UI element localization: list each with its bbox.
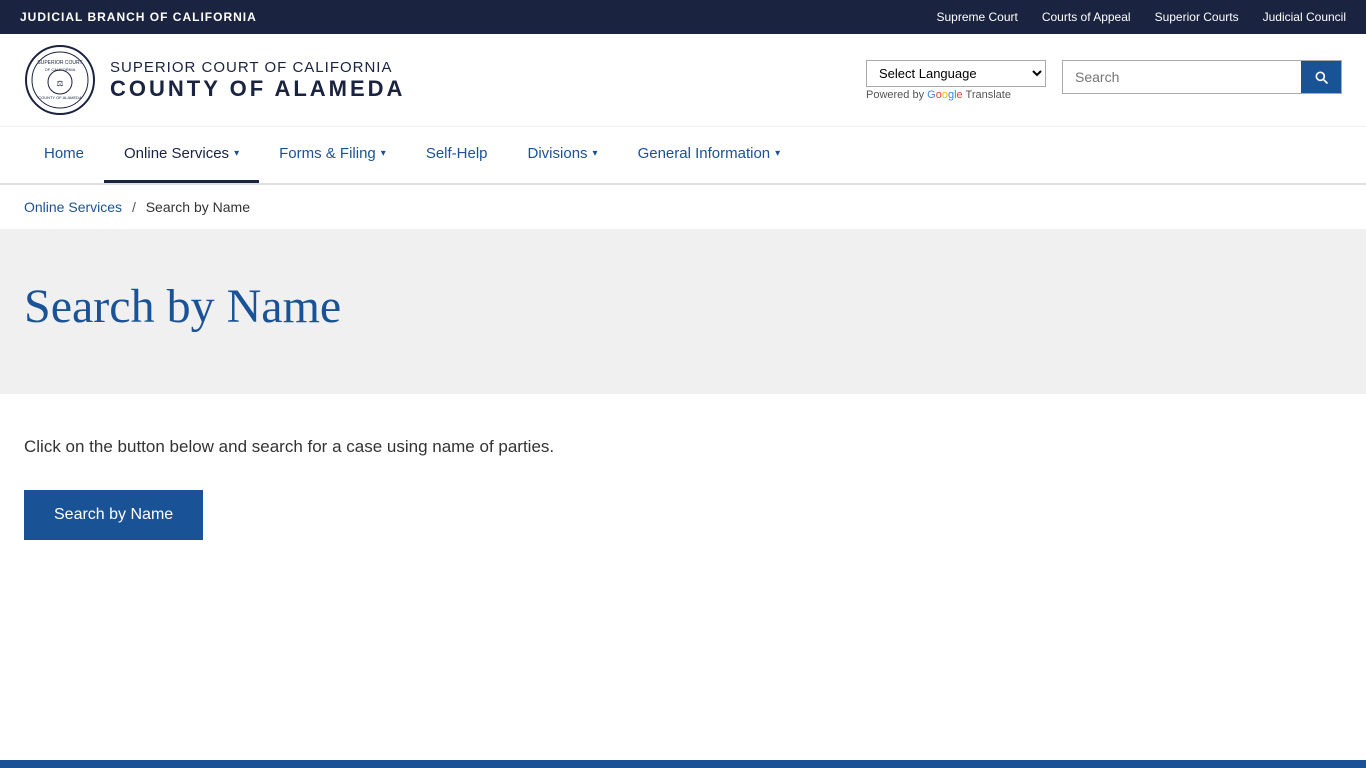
search-button[interactable] xyxy=(1301,61,1341,93)
superior-courts-link[interactable]: Superior Courts xyxy=(1155,10,1239,24)
supreme-court-link[interactable]: Supreme Court xyxy=(936,10,1017,24)
bottom-bar xyxy=(0,760,1366,768)
nav-item-divisions[interactable]: Divisions ▾ xyxy=(508,127,618,183)
main-nav: Home Online Services ▾ Forms & Filing ▾ … xyxy=(0,127,1366,185)
court-name-top: SUPERIOR COURT OF CALIFORNIA xyxy=(110,59,405,76)
svg-text:⚖: ⚖ xyxy=(56,79,63,88)
content-section: Click on the button below and search for… xyxy=(0,394,1366,600)
header-right: Select Language Powered by Google Transl… xyxy=(866,60,1342,101)
top-bar-links: Supreme Court Courts of Appeal Superior … xyxy=(936,10,1346,24)
nav-item-online-services[interactable]: Online Services ▾ xyxy=(104,127,259,183)
hero-section: Search by Name xyxy=(0,229,1366,394)
powered-by-label: Powered by xyxy=(866,89,927,101)
chevron-down-icon: ▾ xyxy=(593,148,598,159)
top-bar-title: JUDICIAL BRANCH OF CALIFORNIA xyxy=(20,10,257,24)
judicial-council-link[interactable]: Judicial Council xyxy=(1263,10,1346,24)
breadcrumb-separator: / xyxy=(132,199,136,215)
breadcrumb-online-services[interactable]: Online Services xyxy=(24,199,122,215)
breadcrumb-current: Search by Name xyxy=(146,199,250,215)
court-name-bottom: COUNTY OF ALAMEDA xyxy=(110,76,405,102)
chevron-down-icon: ▾ xyxy=(234,148,239,159)
chevron-down-icon: ▾ xyxy=(381,148,386,159)
svg-text:COUNTY OF ALAMEDA: COUNTY OF ALAMEDA xyxy=(38,95,82,100)
header: SUPERIOR COURT OF CALIFORNIA COUNTY OF A… xyxy=(0,34,1366,127)
translate-label: Translate xyxy=(966,89,1011,101)
nav-item-self-help[interactable]: Self-Help xyxy=(406,127,508,183)
courts-of-appeal-link[interactable]: Courts of Appeal xyxy=(1042,10,1131,24)
site-search-box xyxy=(1062,60,1342,94)
nav-item-forms-filing[interactable]: Forms & Filing ▾ xyxy=(259,127,406,183)
top-bar: JUDICIAL BRANCH OF CALIFORNIA Supreme Co… xyxy=(0,0,1366,34)
svg-text:OF CALIFORNIA: OF CALIFORNIA xyxy=(45,67,76,72)
nav-item-home[interactable]: Home xyxy=(24,127,104,183)
header-left: SUPERIOR COURT OF CALIFORNIA COUNTY OF A… xyxy=(24,44,405,116)
search-input[interactable] xyxy=(1063,61,1301,93)
breadcrumb: Online Services / Search by Name xyxy=(0,185,1366,229)
language-select[interactable]: Select Language xyxy=(866,60,1046,87)
search-icon xyxy=(1313,69,1329,85)
translate-section: Select Language Powered by Google Transl… xyxy=(866,60,1046,101)
header-text-block: SUPERIOR COURT OF CALIFORNIA COUNTY OF A… xyxy=(110,59,405,102)
nav-item-general-information[interactable]: General Information ▾ xyxy=(618,127,801,183)
page-title: Search by Name xyxy=(24,279,1342,334)
chevron-down-icon: ▾ xyxy=(775,148,780,159)
search-by-name-button[interactable]: Search by Name xyxy=(24,490,203,540)
svg-text:SUPERIOR COURT: SUPERIOR COURT xyxy=(37,60,82,66)
content-description: Click on the button below and search for… xyxy=(24,434,1342,460)
translate-powered-by: Powered by Google Translate xyxy=(866,89,1011,101)
court-seal: SUPERIOR COURT OF CALIFORNIA COUNTY OF A… xyxy=(24,44,96,116)
